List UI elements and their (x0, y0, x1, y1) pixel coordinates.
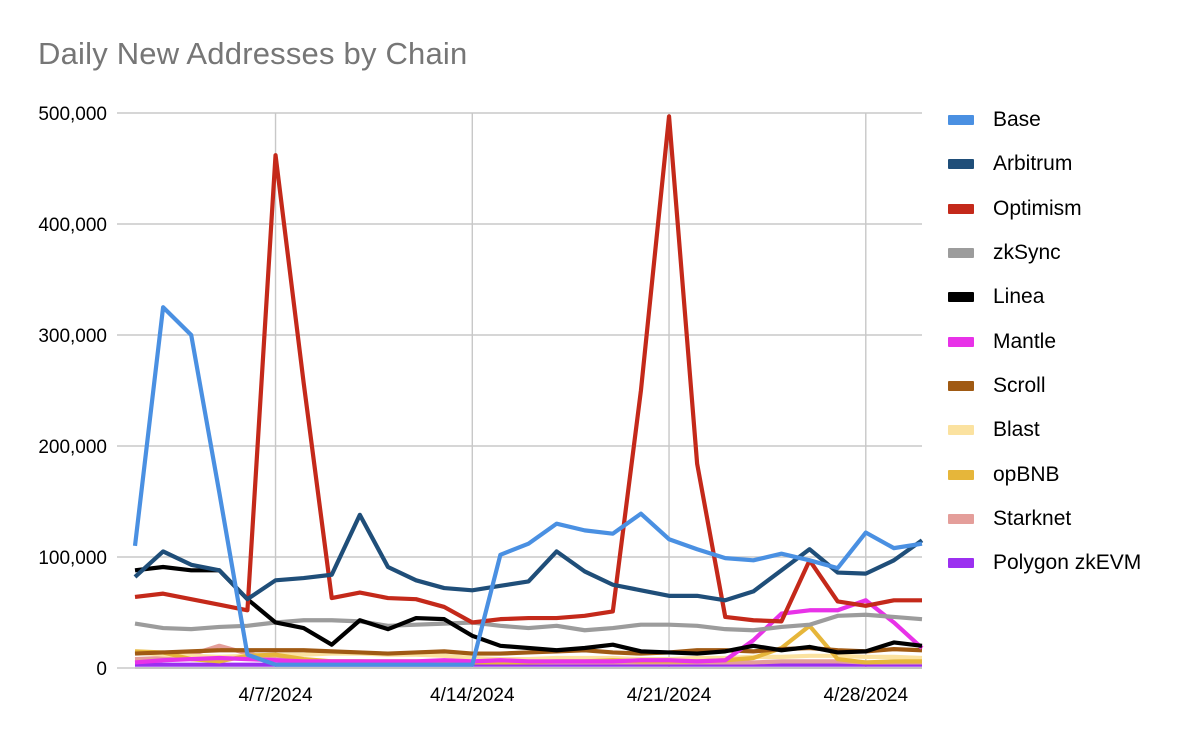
legend-item-label: Optimism (993, 196, 1082, 220)
legend-item-base[interactable]: Base (948, 98, 1198, 142)
legend-swatch-icon (948, 159, 974, 170)
chart-legend: Base Arbitrum Optimism zkSync Linea Mantle Scr… (948, 98, 1198, 585)
legend-item-label: opBNB (993, 462, 1060, 486)
legend-item-scroll[interactable]: Scroll (948, 364, 1198, 408)
x-axis-tick-label: 4/7/2024 (239, 685, 313, 706)
legend-swatch-icon (948, 425, 974, 436)
legend-item-label: Polygon zkEVM (993, 551, 1142, 575)
legend-swatch-icon (948, 336, 974, 347)
legend-item-label: Base (993, 108, 1041, 132)
y-axis-tick-label: 300,000 (38, 326, 107, 347)
legend-swatch-icon (948, 558, 974, 569)
legend-item-opbnb[interactable]: opBNB (948, 452, 1198, 496)
legend-item-optimism[interactable]: Optimism (948, 187, 1198, 231)
legend-item-zksync[interactable]: zkSync (948, 231, 1198, 275)
legend-swatch-icon (948, 248, 974, 259)
legend-item-starknet[interactable]: Starknet (948, 497, 1198, 541)
legend-item-mantle[interactable]: Mantle (948, 319, 1198, 363)
y-axis-tick-label: 200,000 (38, 437, 107, 458)
legend-item-label: Linea (993, 285, 1045, 309)
legend-item-label: Scroll (993, 373, 1046, 397)
legend-item-label: Mantle (993, 329, 1057, 353)
legend-swatch-icon (948, 292, 974, 303)
series-line-optimism (134, 114, 922, 625)
legend-item-label: Starknet (993, 506, 1072, 530)
legend-item-linea[interactable]: Linea (948, 275, 1198, 319)
x-axis-tick-label: 4/21/2024 (627, 685, 712, 706)
legend-swatch-icon (948, 203, 974, 214)
legend-swatch-icon (948, 115, 974, 126)
legend-item-blast[interactable]: Blast (948, 408, 1198, 452)
legend-item-arbitrum[interactable]: Arbitrum (948, 142, 1198, 186)
x-axis-tick-label: 4/14/2024 (430, 685, 515, 706)
legend-swatch-icon (948, 380, 974, 391)
legend-swatch-icon (948, 469, 974, 480)
x-axis-tick-label: 4/28/2024 (824, 685, 909, 706)
legend-item-label: zkSync (993, 241, 1061, 265)
chart-screenshot: Daily New Addresses by Chain 0 100,000 200… (0, 0, 1201, 743)
legend-item-polygon-zkevm[interactable]: Polygon zkEVM (948, 541, 1198, 585)
y-axis-tick-label: 500,000 (38, 104, 107, 125)
legend-swatch-icon (948, 513, 974, 524)
legend-item-label: Blast (993, 418, 1040, 442)
y-axis-tick-label: 400,000 (38, 215, 107, 236)
legend-item-label: Arbitrum (993, 152, 1073, 176)
y-axis-tick-label: 0 (96, 659, 107, 680)
y-axis-tick-label: 100,000 (38, 548, 107, 569)
